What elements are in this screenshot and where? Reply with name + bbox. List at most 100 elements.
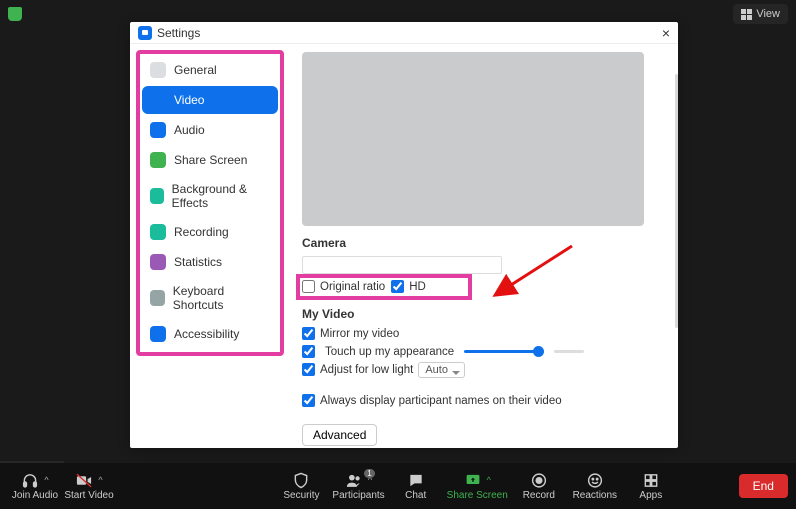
- accessibility-icon: [150, 326, 166, 342]
- checkbox-always-display-names[interactable]: Always display participant names on thei…: [302, 394, 664, 407]
- sidebar-item-general[interactable]: General: [142, 56, 278, 84]
- sidebar-item-statistics[interactable]: Statistics: [142, 248, 278, 276]
- view-button[interactable]: View: [733, 4, 788, 24]
- sidebar-item-label: Keyboard Shortcuts: [173, 284, 270, 312]
- myvideo-section-label: My Video: [302, 307, 664, 321]
- touchup-slider[interactable]: [464, 350, 544, 353]
- smile-icon: [586, 472, 604, 489]
- sidebar-item-label: General: [174, 63, 217, 77]
- apps-icon: [642, 472, 660, 489]
- toolbar-label: Record: [523, 490, 555, 501]
- shield-icon[interactable]: [8, 7, 22, 21]
- camera-preview: [302, 52, 644, 226]
- settings-body: General Video Audio Share Screen Backgro…: [130, 44, 678, 448]
- background-icon: [150, 188, 164, 204]
- share-screen-icon: [464, 472, 482, 489]
- checkbox-label: HD: [409, 281, 426, 293]
- sidebar-item-share-screen[interactable]: Share Screen: [142, 146, 278, 174]
- meeting-toolbar: ^ Join Audio ^ Start Video Security 1 ^ …: [0, 463, 796, 509]
- checkbox-label: Original ratio: [320, 281, 385, 293]
- sidebar-item-shortcuts[interactable]: Keyboard Shortcuts: [142, 278, 278, 318]
- view-label: View: [756, 8, 780, 20]
- checkbox-label: Always display participant names on thei…: [320, 395, 562, 407]
- toolbar-record[interactable]: Record: [512, 472, 566, 501]
- advanced-button[interactable]: Advanced: [302, 424, 377, 446]
- settings-content: Camera Original ratio HD My Video: [290, 44, 678, 448]
- sidebar-item-label: Recording: [174, 225, 229, 239]
- record-icon: [150, 224, 166, 240]
- toolbar-label: Start Video: [64, 490, 113, 501]
- sidebar-item-label: Video: [174, 93, 204, 107]
- checkbox-label: Touch up my appearance: [325, 346, 454, 358]
- app-icon: [138, 26, 152, 40]
- chat-icon: [407, 472, 425, 489]
- checkbox-input[interactable]: [302, 394, 315, 407]
- sidebar-item-label: Background & Effects: [172, 182, 270, 210]
- checkbox-input[interactable]: [302, 327, 315, 340]
- sidebar-item-accessibility[interactable]: Accessibility: [142, 320, 278, 348]
- checkbox-hd[interactable]: HD: [391, 280, 426, 293]
- slider-rest: [554, 350, 584, 353]
- toolbar-apps[interactable]: Apps: [624, 472, 678, 501]
- sidebar-item-label: Accessibility: [174, 327, 239, 341]
- toolbar-start-video[interactable]: ^ Start Video: [62, 472, 116, 501]
- toolbar-security[interactable]: Security: [274, 472, 328, 501]
- toolbar-reactions[interactable]: Reactions: [568, 472, 622, 501]
- checkbox-input[interactable]: [302, 363, 315, 376]
- sidebar-item-recording[interactable]: Recording: [142, 218, 278, 246]
- end-button[interactable]: End: [739, 474, 788, 498]
- annotation-highlight-sidebar: General Video Audio Share Screen Backgro…: [136, 50, 284, 356]
- settings-window: Settings × General Video Audio: [130, 22, 678, 448]
- toolbar-label: Security: [283, 490, 319, 501]
- checkbox-label: Mirror my video: [320, 328, 399, 340]
- toolbar-label: Chat: [405, 490, 426, 501]
- share-icon: [150, 152, 166, 168]
- chevron-up-icon[interactable]: ^: [98, 475, 102, 485]
- headphones-icon: [150, 122, 166, 138]
- camera-icon: [150, 92, 166, 108]
- scrollbar[interactable]: [675, 74, 678, 328]
- checkbox-input[interactable]: [302, 280, 315, 293]
- toolbar-label: Join Audio: [12, 490, 58, 501]
- stats-icon: [150, 254, 166, 270]
- settings-sidebar: General Video Audio Share Screen Backgro…: [130, 44, 290, 448]
- lowlight-mode-select[interactable]: Auto: [418, 364, 465, 376]
- chevron-up-icon[interactable]: ^: [487, 475, 491, 485]
- toolbar-label: Reactions: [573, 490, 617, 501]
- checkbox-lowlight[interactable]: Adjust for low light Auto: [302, 363, 664, 376]
- sidebar-item-background[interactable]: Background & Effects: [142, 176, 278, 216]
- sidebar-item-label: Share Screen: [174, 153, 247, 167]
- record-icon: [530, 472, 548, 489]
- toolbar-label: Share Screen: [447, 490, 508, 501]
- headphones-icon: [21, 472, 39, 489]
- sidebar-item-video[interactable]: Video: [142, 86, 278, 114]
- sidebar-item-label: Statistics: [174, 255, 222, 269]
- toolbar-share-screen[interactable]: ^ Share Screen: [445, 472, 510, 501]
- close-icon[interactable]: ×: [662, 25, 670, 41]
- toolbar-chat[interactable]: Chat: [389, 472, 443, 501]
- chevron-up-icon[interactable]: ^: [44, 475, 48, 485]
- people-icon: [345, 472, 363, 489]
- checkbox-original-ratio[interactable]: Original ratio: [302, 280, 385, 293]
- toolbar-center-group: Security 1 ^ Participants Chat ^ Share S…: [274, 472, 677, 501]
- camera-section-label: Camera: [302, 236, 664, 250]
- annotation-arrow: [494, 244, 574, 304]
- checkbox-touchup[interactable]: Touch up my appearance: [302, 345, 664, 358]
- checkbox-input[interactable]: [391, 280, 404, 293]
- checkbox-mirror[interactable]: Mirror my video: [302, 327, 664, 340]
- toolbar-label: Participants: [332, 490, 384, 501]
- camera-select[interactable]: [302, 256, 502, 274]
- gear-icon: [150, 62, 166, 78]
- sidebar-item-audio[interactable]: Audio: [142, 116, 278, 144]
- checkbox-input[interactable]: [302, 345, 315, 358]
- sidebar-item-label: Audio: [174, 123, 205, 137]
- camera-off-icon: [75, 472, 93, 489]
- settings-title: Settings: [157, 26, 200, 40]
- toolbar-join-audio[interactable]: ^ Join Audio: [8, 472, 62, 501]
- lowlight-mode-value: Auto: [418, 362, 465, 378]
- grid-icon: [741, 9, 752, 20]
- keyboard-icon: [150, 290, 165, 306]
- shield-icon: [292, 472, 310, 489]
- toolbar-participants[interactable]: 1 ^ Participants: [330, 472, 386, 501]
- settings-titlebar: Settings ×: [130, 22, 678, 44]
